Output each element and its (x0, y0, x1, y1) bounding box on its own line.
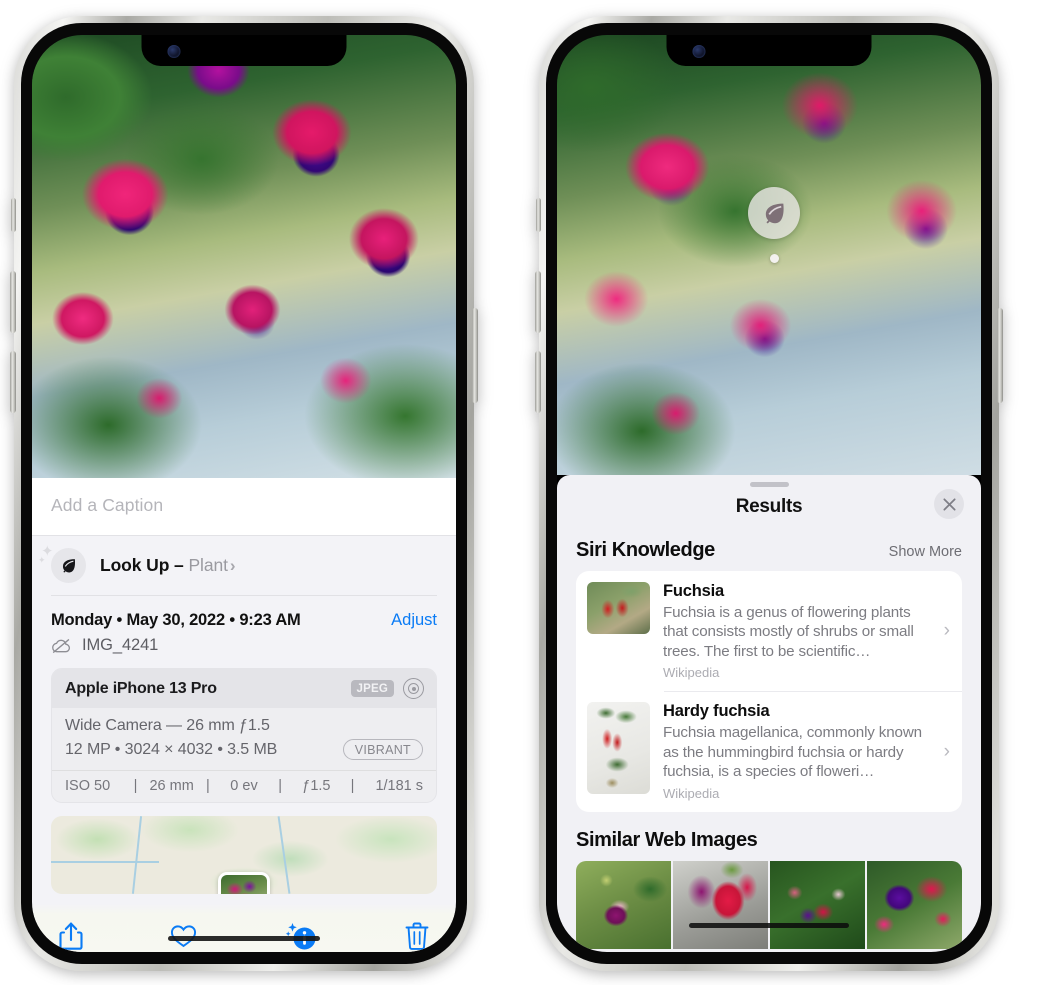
web-image-4[interactable] (867, 860, 962, 949)
phone-right: Results Siri Knowledge Show More Fuchsia… (535, 16, 1003, 971)
list-item[interactable]: Fuchsia Fuchsia is a genus of flowering … (576, 571, 962, 691)
photo-filename: IMG_4241 (82, 636, 159, 654)
knowledge-card-source: Wikipedia (663, 785, 720, 801)
notch (666, 35, 872, 66)
knowledge-card-source: Wikipedia (663, 665, 720, 681)
volume-up-button[interactable] (10, 271, 16, 333)
phone-left: Add a Caption ✦ ✦ Look Up – Plant › Mond… (10, 16, 478, 971)
volume-up-button[interactable] (535, 271, 541, 333)
chevron-right-icon: › (943, 620, 950, 642)
leaf-icon: ✦ ✦ (38, 543, 86, 583)
section-title-similar-web-images: Similar Web Images (576, 828, 758, 851)
mute-switch[interactable] (11, 198, 16, 232)
caption-input[interactable]: Add a Caption (32, 478, 456, 536)
phone-left-bezel: Add a Caption ✦ ✦ Look Up – Plant › Mond… (21, 23, 467, 964)
exif-stat-shutter: 1/181 s (375, 778, 424, 794)
screenshot-stage: Add a Caption ✦ ✦ Look Up – Plant › Mond… (0, 0, 1055, 985)
map-photo-pin[interactable] (218, 872, 270, 894)
show-more-button[interactable]: Show More (889, 544, 962, 560)
knowledge-card-description: Fuchsia magellanica, commonly known as t… (663, 724, 922, 781)
siri-knowledge-header: Siri Knowledge Show More (557, 532, 981, 571)
web-image-1[interactable] (576, 860, 671, 949)
look-up-text: Look Up – (100, 555, 189, 575)
chevron-right-icon: › (229, 556, 236, 575)
notch (141, 35, 347, 66)
aperture-icon (403, 678, 424, 699)
sparkle-small-icon: ✦ (38, 555, 46, 565)
photographic-style-badge: VIBRANT (342, 739, 423, 760)
look-up-row[interactable]: ✦ ✦ Look Up – Plant › (32, 536, 456, 596)
exif-stat-iso: ISO 50 (65, 778, 111, 794)
volume-down-button[interactable] (10, 351, 16, 413)
phone-right-bezel: Results Siri Knowledge Show More Fuchsia… (546, 23, 992, 964)
format-badge: JPEG (350, 680, 394, 697)
trash-icon[interactable] (405, 922, 429, 950)
filename-row: IMG_4241 (32, 632, 456, 668)
lens-info: Wide Camera — 26 mm ƒ1.5 (65, 717, 270, 734)
power-button[interactable] (997, 308, 1003, 403)
leaf-icon[interactable] (748, 187, 800, 239)
cloud-slash-icon (52, 638, 71, 653)
exif-body: Wide Camera — 26 mm ƒ1.5 12 MP • 3024 × … (52, 708, 436, 770)
photo-info-sheet: Add a Caption ✦ ✦ Look Up – Plant › Mond… (32, 478, 456, 952)
thumbnail (587, 582, 650, 634)
thumbnail (587, 702, 650, 795)
knowledge-card-body: Fuchsia Fuchsia is a genus of flowering … (650, 582, 944, 680)
home-indicator[interactable] (689, 923, 849, 928)
photo-toolbar (32, 904, 456, 952)
similar-web-images-header: Similar Web Images (557, 812, 981, 861)
knowledge-card-title: Hardy fuchsia (663, 702, 770, 721)
results-title: Results (735, 496, 803, 517)
knowledge-card-list: Fuchsia Fuchsia is a genus of flowering … (576, 571, 962, 812)
photo-datetime: Monday • May 30, 2022 • 9:23 AM (51, 611, 301, 629)
photo-viewer[interactable] (557, 35, 981, 475)
adjust-button[interactable]: Adjust (391, 611, 437, 630)
close-icon[interactable] (934, 489, 964, 519)
spec-row: 12 MP • 3024 × 4032 • 3.5 MB VIBRANT (65, 739, 423, 760)
section-title-siri-knowledge: Siri Knowledge (576, 539, 715, 561)
image-spec: 12 MP • 3024 × 4032 • 3.5 MB (65, 740, 278, 758)
camera-device-name: Apple iPhone 13 Pro (65, 679, 217, 697)
similar-web-images-strip[interactable] (576, 860, 962, 949)
chevron-right-icon: › (943, 740, 950, 762)
exif-header-badges: JPEG (350, 678, 424, 699)
exif-stats-row: ISO 50 | 26 mm | 0 ev | ƒ1.5 | 1/181 s (52, 770, 436, 802)
exif-card: Apple iPhone 13 Pro JPEG Wide Camera — 2… (51, 668, 437, 803)
look-up-subject: Plant (188, 555, 228, 575)
home-indicator[interactable] (168, 936, 320, 941)
volume-down-button[interactable] (535, 351, 541, 413)
exif-stat-focal: 26 mm (149, 778, 194, 794)
front-camera-icon (167, 45, 181, 58)
front-camera-icon (692, 45, 706, 58)
power-button[interactable] (472, 308, 478, 403)
photo-viewer[interactable] (32, 35, 456, 478)
results-sheet: Results Siri Knowledge Show More Fuchsia… (557, 475, 981, 952)
share-icon[interactable] (59, 921, 83, 951)
knowledge-card-title: Fuchsia (663, 582, 724, 600)
list-item[interactable]: Hardy fuchsia Fuchsia magellanica, commo… (576, 691, 962, 811)
phone-left-screen: Add a Caption ✦ ✦ Look Up – Plant › Mond… (32, 35, 456, 952)
knowledge-card-body: Hardy fuchsia Fuchsia magellanica, commo… (650, 702, 944, 800)
knowledge-card-description: Fuchsia is a genus of flowering plants t… (663, 604, 914, 660)
leaf-badge-dot (770, 254, 779, 263)
phone-right-screen: Results Siri Knowledge Show More Fuchsia… (557, 35, 981, 952)
exif-stat-aperture: ƒ1.5 (302, 778, 331, 794)
exif-stat-ev: 0 ev (230, 778, 258, 794)
datetime-row: Monday • May 30, 2022 • 9:23 AM Adjust (32, 596, 456, 632)
web-image-3[interactable] (770, 860, 865, 949)
mute-switch[interactable] (536, 198, 541, 232)
location-map[interactable] (51, 816, 437, 894)
results-header: Results (557, 487, 981, 532)
look-up-label: Look Up – Plant › (100, 555, 235, 576)
web-image-2[interactable] (673, 860, 768, 949)
exif-header: Apple iPhone 13 Pro JPEG (52, 669, 436, 708)
